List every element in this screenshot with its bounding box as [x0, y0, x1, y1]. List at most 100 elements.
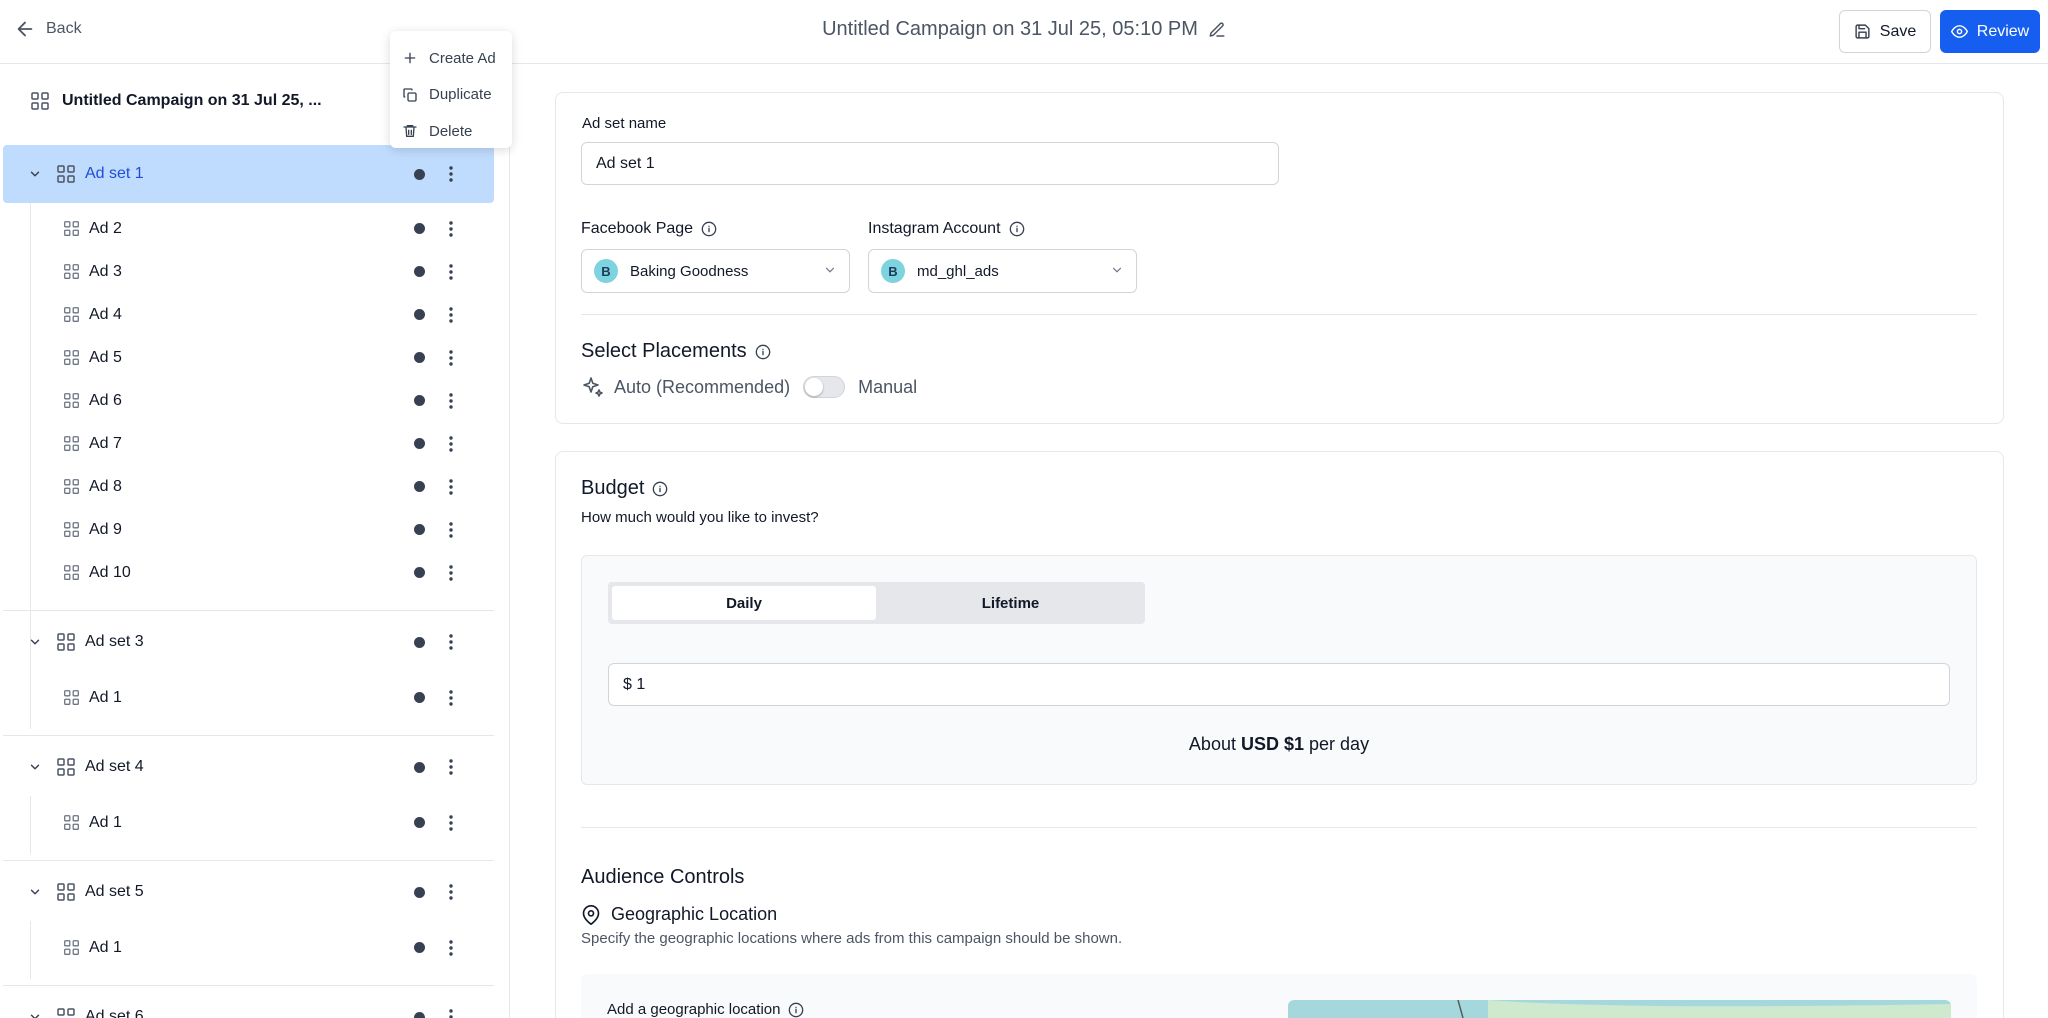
ad-row[interactable]: Ad 7 — [3, 422, 494, 465]
grid-icon — [56, 757, 76, 777]
status-dot — [414, 395, 425, 406]
adset-label: Ad set 6 — [85, 1008, 144, 1018]
budget-summary-suffix: per day — [1309, 734, 1370, 754]
instagram-account-value: md_ghl_ads — [917, 262, 999, 280]
grid-icon — [63, 306, 80, 323]
grid-icon — [63, 263, 80, 280]
grid-icon — [63, 521, 80, 538]
add-location-label-text: Add a geographic location — [607, 1001, 781, 1018]
status-dot — [414, 168, 425, 180]
ad-label: Ad 8 — [89, 477, 122, 495]
divider — [581, 827, 1977, 828]
status-dot — [414, 761, 425, 773]
more-options-icon[interactable] — [441, 811, 461, 835]
status-dot — [414, 942, 425, 953]
grid-icon — [63, 435, 80, 452]
ad-row[interactable]: Ad 8 — [3, 465, 494, 508]
location-map[interactable] — [1288, 1000, 1951, 1018]
more-options-icon[interactable] — [441, 630, 461, 654]
ad-row[interactable]: Ad 2 — [3, 207, 494, 250]
placements-title: Select Placements — [581, 340, 771, 363]
divider — [3, 985, 494, 986]
grid-icon — [63, 392, 80, 409]
facebook-page-value: Baking Goodness — [630, 262, 749, 280]
top-header: Back Untitled Campaign on 31 Jul 25, 05:… — [0, 0, 2048, 64]
ad-row[interactable]: Ad 4 — [3, 293, 494, 336]
delete-menu-item[interactable]: Delete — [390, 113, 512, 150]
info-icon[interactable] — [652, 481, 668, 497]
review-button[interactable]: Review — [1940, 10, 2040, 53]
chevron-down-icon[interactable] — [28, 760, 42, 774]
add-location-label: Add a geographic location — [607, 1001, 804, 1018]
info-icon[interactable] — [788, 1002, 804, 1018]
adset-row[interactable]: Ad set 3 — [3, 613, 494, 671]
more-options-icon[interactable] — [441, 162, 461, 186]
more-options-icon[interactable] — [441, 303, 461, 327]
status-dot — [414, 817, 425, 828]
placement-toggle[interactable] — [803, 376, 846, 398]
budget-subtitle: How much would you like to invest? — [581, 509, 819, 526]
ad-row[interactable]: Ad 6 — [3, 379, 494, 422]
ad-row[interactable]: Ad 1 — [3, 926, 494, 969]
more-options-icon[interactable] — [441, 755, 461, 779]
audience-title: Audience Controls — [581, 866, 745, 888]
info-icon[interactable] — [701, 221, 717, 237]
grid-icon — [63, 349, 80, 366]
adset-row[interactable]: Ad set 1 — [3, 145, 494, 203]
save-label: Save — [1879, 22, 1917, 40]
chevron-down-icon — [825, 267, 835, 273]
more-options-icon[interactable] — [441, 936, 461, 960]
campaign-tree-root[interactable]: Untitled Campaign on 31 Jul 25, ... — [30, 91, 322, 111]
info-icon[interactable] — [1009, 221, 1025, 237]
menu-item-label: Duplicate — [429, 86, 492, 104]
lifetime-tab[interactable]: Lifetime — [880, 586, 1141, 620]
ad-row[interactable]: Ad 5 — [3, 336, 494, 379]
budget-type-switch: Daily Lifetime — [608, 582, 1145, 624]
status-dot — [414, 266, 425, 277]
ad-row[interactable]: Ad 1 — [3, 801, 494, 844]
adset-row[interactable]: Ad set 6 — [3, 988, 494, 1018]
facebook-page-select[interactable]: B Baking Goodness — [581, 249, 850, 293]
adset-name-input[interactable] — [581, 142, 1279, 185]
chevron-down-icon[interactable] — [28, 635, 42, 649]
more-options-icon[interactable] — [441, 389, 461, 413]
more-options-icon[interactable] — [441, 1005, 461, 1018]
more-options-icon[interactable] — [441, 561, 461, 585]
instagram-account-select[interactable]: B md_ghl_ads — [868, 249, 1137, 293]
copy-icon — [403, 88, 417, 102]
more-options-icon[interactable] — [441, 260, 461, 284]
placements-toggle-row: Auto (Recommended) Manual — [581, 375, 917, 399]
save-button[interactable]: Save — [1839, 10, 1931, 53]
more-options-icon[interactable] — [441, 432, 461, 456]
more-options-icon[interactable] — [441, 217, 461, 241]
adset-row[interactable]: Ad set 5 — [3, 863, 494, 921]
trash-icon — [403, 125, 417, 138]
instagram-account-label: Instagram Account — [868, 220, 1025, 238]
chevron-down-icon[interactable] — [28, 885, 42, 899]
budget-amount-input[interactable] — [608, 663, 1950, 706]
pencil-icon[interactable] — [1208, 21, 1226, 39]
info-icon[interactable] — [755, 344, 771, 360]
status-dot — [414, 309, 425, 320]
ad-row[interactable]: Ad 9 — [3, 508, 494, 551]
ad-row[interactable]: Ad 3 — [3, 250, 494, 293]
adset-row[interactable]: Ad set 4 — [3, 738, 494, 796]
more-options-icon[interactable] — [441, 518, 461, 542]
grid-icon — [56, 632, 76, 652]
more-options-icon[interactable] — [441, 686, 461, 710]
daily-tab[interactable]: Daily — [612, 586, 876, 620]
ad-row[interactable]: Ad 1 — [3, 676, 494, 719]
more-options-icon[interactable] — [441, 475, 461, 499]
grid-icon — [63, 478, 80, 495]
ad-row[interactable]: Ad 10 — [3, 551, 494, 594]
chevron-down-icon[interactable] — [28, 167, 42, 181]
duplicate-menu-item[interactable]: Duplicate — [390, 77, 512, 114]
chevron-down-icon[interactable] — [28, 1010, 42, 1018]
create-ad-menu-item[interactable]: Create Ad — [390, 40, 512, 77]
ad-label: Ad 10 — [89, 563, 131, 581]
adset-name-label: Ad set name — [582, 115, 667, 132]
divider — [3, 610, 494, 611]
more-options-icon[interactable] — [441, 880, 461, 904]
grid-icon — [63, 939, 80, 956]
more-options-icon[interactable] — [441, 346, 461, 370]
